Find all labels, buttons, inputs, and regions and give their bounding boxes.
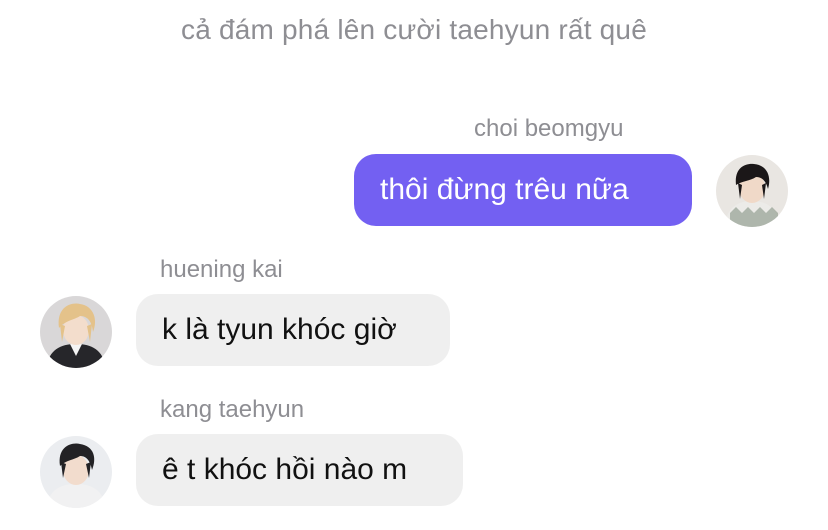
avatar-photo-icon [40, 436, 112, 508]
message-text: k là tyun khóc giờ [162, 313, 397, 346]
sender-name-taehyun: kang taehyun [160, 396, 305, 423]
message-text: thôi đừng trêu nữa [380, 173, 629, 206]
message-text: ê t khóc hồi nào m [162, 453, 408, 486]
message-bubble-incoming[interactable]: ê t khóc hồi nào m [136, 434, 463, 506]
sender-name-beomgyu: choi beomgyu [474, 115, 624, 142]
message-bubble-incoming[interactable]: k là tyun khóc giờ [136, 294, 450, 366]
avatar-photo-icon [716, 155, 788, 227]
huening-kai-avatar[interactable] [40, 296, 112, 368]
beomgyu-avatar[interactable] [716, 155, 788, 227]
system-message: cả đám phá lên cười taehyun rất quê [181, 14, 647, 45]
taehyun-avatar[interactable] [40, 436, 112, 508]
avatar-photo-icon [40, 296, 112, 368]
sender-name-huening-kai: huening kai [160, 256, 283, 283]
message-bubble-outgoing[interactable]: thôi đừng trêu nữa [354, 154, 692, 226]
